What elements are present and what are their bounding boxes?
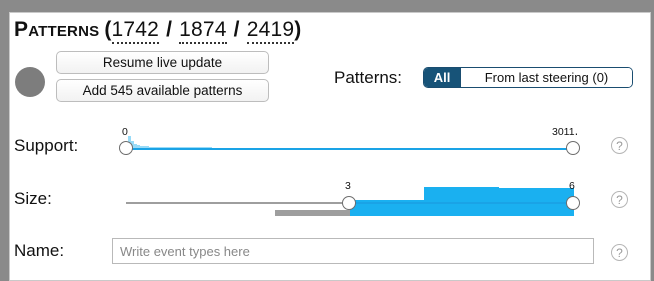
status-indicator: [15, 67, 45, 97]
title-paren-open: (: [104, 18, 112, 41]
support-help-icon[interactable]: ?: [611, 137, 628, 154]
pattern-count-1[interactable]: 1742: [111, 18, 160, 44]
title-slash-1: /: [166, 18, 173, 41]
size-histogram-bar: [275, 210, 350, 216]
support-max-handle[interactable]: [566, 141, 580, 155]
support-min-handle[interactable]: [119, 141, 133, 155]
support-max-label: 3011․: [552, 126, 579, 138]
add-patterns-button[interactable]: Add 545 available patterns: [56, 79, 269, 102]
size-label: Size:: [14, 189, 52, 208]
page-title: Patterns ( 1742 / 1874 / 2419 ): [14, 18, 301, 46]
resume-live-update-button[interactable]: Resume live update: [56, 51, 269, 74]
patterns-filter-label: Patterns:: [334, 68, 403, 87]
name-help-icon[interactable]: ?: [611, 244, 628, 261]
size-help-icon[interactable]: ?: [611, 191, 628, 208]
support-label: Support:: [14, 136, 79, 155]
support-slider-track[interactable]: [126, 148, 573, 150]
size-min-handle[interactable]: [342, 196, 356, 210]
size-slider-track-inactive[interactable]: [126, 202, 349, 204]
size-max-label: 6: [569, 180, 575, 192]
title-slash-2: /: [233, 18, 240, 41]
name-label: Name:: [14, 241, 65, 260]
size-max-handle[interactable]: [566, 196, 580, 210]
size-slider-track-active[interactable]: [349, 202, 573, 204]
title-text: Patterns: [14, 18, 100, 41]
patterns-filter-toggle: All From last steering (0): [423, 67, 633, 88]
event-types-input[interactable]: [112, 238, 594, 264]
pattern-count-3[interactable]: 2419: [246, 18, 295, 44]
size-min-label: 3: [345, 180, 351, 192]
pattern-count-2[interactable]: 1874: [179, 18, 227, 44]
support-min-label: 0: [122, 126, 128, 138]
title-paren-close: ): [294, 18, 302, 41]
filter-option-all[interactable]: All: [424, 68, 460, 87]
filter-option-last-steering[interactable]: From last steering (0): [460, 68, 632, 87]
